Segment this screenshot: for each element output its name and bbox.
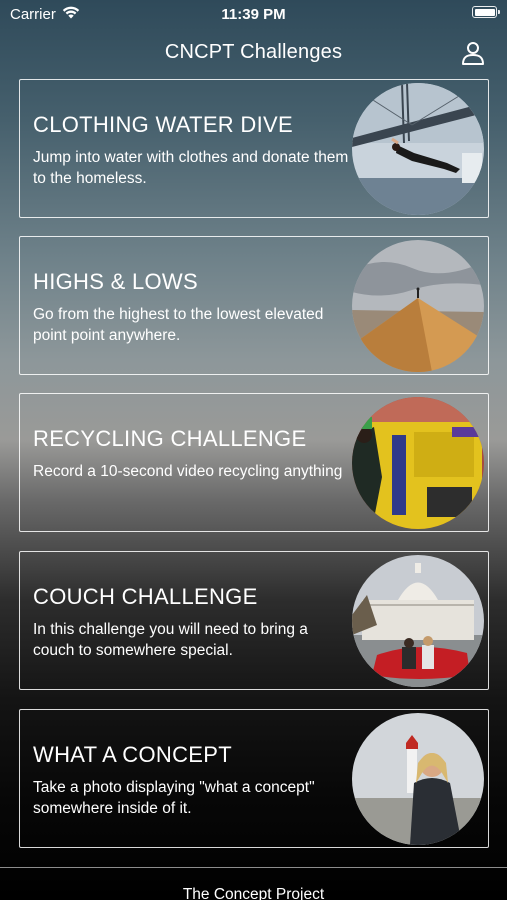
challenge-title: CLOTHING WATER DIVE — [33, 112, 293, 137]
challenge-image-recycling-bin — [352, 397, 484, 529]
challenge-card-clothing-water-dive[interactable]: CLOTHING WATER DIVE Jump into water with… — [19, 79, 489, 218]
navigation-bar: CNCPT Challenges — [0, 28, 507, 78]
challenge-card-what-a-concept[interactable]: WHAT A CONCEPT Take a photo displaying "… — [19, 709, 489, 848]
page-title: CNCPT Challenges — [164, 41, 343, 63]
challenge-title: HIGHS & LOWS — [33, 269, 198, 294]
challenge-title: COUCH CHALLENGE — [33, 584, 258, 609]
footer-label: The Concept Project — [182, 886, 325, 900]
status-time: 11:39 PM — [221, 6, 286, 23]
battery-icon — [472, 6, 500, 18]
challenge-image-bridge-dive — [352, 83, 484, 215]
challenge-card-recycling[interactable]: RECYCLING CHALLENGE Record a 10-second v… — [19, 393, 489, 532]
challenge-image-lighthouse-portrait — [352, 713, 484, 845]
challenge-title: RECYCLING CHALLENGE — [33, 426, 307, 451]
challenge-description: In this challenge you will need to bring… — [33, 621, 308, 659]
challenge-description: Jump into water with clothes and donate … — [33, 149, 349, 187]
challenge-card-highs-lows[interactable]: HIGHS & LOWS Go from the highest to the … — [19, 236, 489, 375]
challenge-image-sand-dune — [352, 240, 484, 372]
footer: The Concept Project — [0, 867, 507, 900]
challenge-card-couch[interactable]: COUCH CHALLENGE In this challenge you wi… — [19, 551, 489, 690]
challenge-title: WHAT A CONCEPT — [33, 742, 232, 767]
challenge-description: Take a photo displaying "what a concept"… — [33, 779, 315, 817]
status-bar: Carrier 11:39 PM — [0, 0, 507, 28]
person-icon[interactable] — [461, 40, 485, 66]
challenge-description: Record a 10-second video recycling anyth… — [33, 463, 343, 480]
challenge-description: Go from the highest to the lowest elevat… — [33, 306, 324, 344]
challenge-image-capitol-couch — [352, 555, 484, 687]
